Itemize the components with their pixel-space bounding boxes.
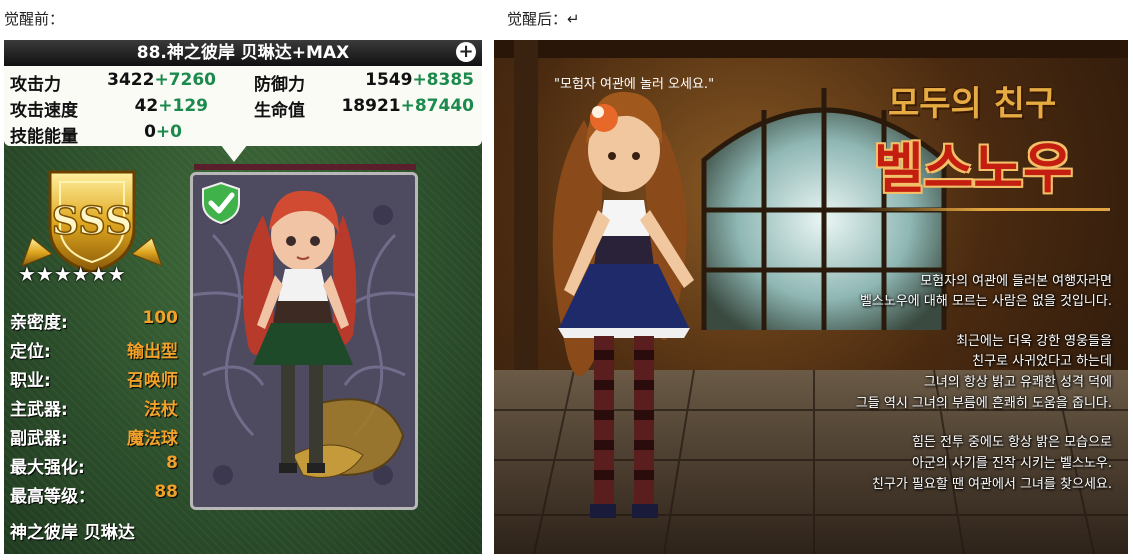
description-line: 아군의 사기를 진작 시키는 벨스노우. <box>911 456 1112 471</box>
stat-label-skill-energy: 技能能量 <box>10 127 78 147</box>
after-awakening-caption: 觉醒后：↵ <box>507 10 580 28</box>
info-row-intimacy: 亲密度: 100 <box>10 308 178 333</box>
before-awakening-caption: 觉醒前： <box>4 10 65 28</box>
stat-label-attack-speed: 攻击速度 <box>10 101 78 121</box>
star-rating: ★★★★★★ <box>18 262 126 286</box>
info-row-main-weapon: 主武器: 法杖 <box>10 400 178 420</box>
stat-value-attack: 3422+7260 <box>107 70 216 90</box>
stat-value-defense: 1549+8385 <box>365 70 474 90</box>
title-divider <box>854 208 1110 211</box>
info-row-position: 定位: 输出型 <box>10 342 178 362</box>
description-line: 그녀의 항상 밝고 유쾌한 성격 덕에 <box>923 375 1112 390</box>
stat-label-attack: 攻击力 <box>10 75 61 95</box>
info-row-max-enhance: 最大强化: 8 <box>10 453 178 478</box>
card-header: 88.神之彼岸 贝琳达+MAX + <box>4 40 482 66</box>
card-after-panel: "모험자 여관에 놀러 오세요." 모두의 친구 벨스노우 모험자의 여관에 들… <box>494 40 1128 554</box>
description-line: 최근에는 더욱 강한 영웅들을 <box>956 334 1112 349</box>
card-title: 88.神之彼岸 贝琳达+MAX <box>136 43 350 63</box>
stat-value-skill-energy: 0+0 <box>144 122 182 142</box>
info-row-sub-weapon: 副武器: 魔法球 <box>10 429 178 449</box>
description-line: 그들 역시 그녀의 부름에 흔쾌히 도움을 줍니다. <box>855 396 1112 411</box>
sss-rank-badge-icon: SSS <box>22 170 162 274</box>
character-title: 벨스노우 <box>874 137 1073 200</box>
stat-value-attack-speed: 42+129 <box>134 96 208 116</box>
description-line: 벨스노우에 대해 모르는 사람은 없을 것입니다. <box>859 294 1112 309</box>
description-line: 힘든 전투 중에도 항상 밝은 모습으로 <box>911 435 1112 450</box>
frame-top-bar <box>194 164 416 170</box>
description-line: 친구가 필요할 땐 여관에서 그녀를 찾으세요. <box>871 477 1112 492</box>
plus-icon[interactable]: + <box>456 42 476 62</box>
info-row-max-level: 最高等级： 88 <box>10 482 178 507</box>
character-portrait-frame[interactable] <box>190 172 418 510</box>
stat-label-hp: 生命值 <box>254 101 305 121</box>
stats-pointer <box>220 144 248 162</box>
character-subtitle: 모두의 친구 <box>888 84 1057 124</box>
info-row-class: 职业: 召唤师 <box>10 371 178 391</box>
character-quote: "모험자 여관에 놀러 오세요." <box>554 77 715 92</box>
card-character-name: 神之彼岸 贝琳达 <box>10 523 135 543</box>
description-line: 친구로 사귀었다고 하는데 <box>972 354 1112 369</box>
description-line: 모험자의 여관에 들러본 여행자라면 <box>920 274 1112 289</box>
stat-label-defense: 防御力 <box>254 75 305 95</box>
check-shield-icon <box>202 181 240 225</box>
stats-box: 攻击力 3422+7260 防御力 1549+8385 攻击速度 42+129 … <box>4 66 482 147</box>
stat-value-hp: 18921+87440 <box>341 96 474 116</box>
svg-text:SSS: SSS <box>52 198 133 243</box>
card-before-panel: 88.神之彼岸 贝琳达+MAX + 攻击力 3422+7260 防御力 1549… <box>4 40 482 554</box>
